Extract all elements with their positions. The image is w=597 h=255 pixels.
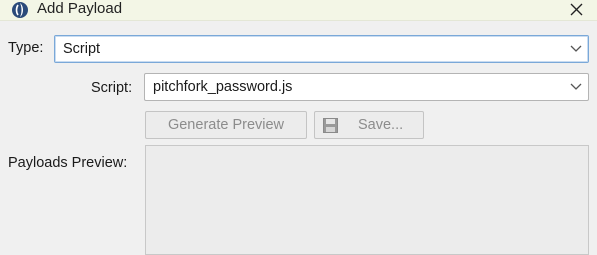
type-label: Type:	[8, 40, 44, 56]
script-label: Script:	[91, 80, 133, 96]
payloads-preview-label: Payloads Preview:	[8, 155, 128, 171]
save-button-label: Save...	[358, 117, 404, 133]
title-bar: Add Payload	[0, 0, 597, 21]
payloads-preview-area[interactable]	[145, 145, 589, 255]
burp-logo-icon	[12, 2, 28, 18]
script-dropdown[interactable]: pitchfork_password.js	[144, 73, 589, 101]
type-dropdown-value: Script	[63, 41, 101, 57]
chevron-down-icon	[570, 83, 582, 90]
floppy-disk-icon	[323, 118, 338, 133]
script-dropdown-value: pitchfork_password.js	[153, 79, 293, 95]
close-icon[interactable]	[564, 0, 588, 20]
chevron-down-icon	[570, 45, 582, 52]
save-button[interactable]: Save...	[314, 111, 424, 139]
generate-preview-button[interactable]: Generate Preview	[145, 111, 307, 139]
window-title: Add Payload	[37, 0, 123, 17]
type-dropdown[interactable]: Script	[54, 35, 589, 63]
